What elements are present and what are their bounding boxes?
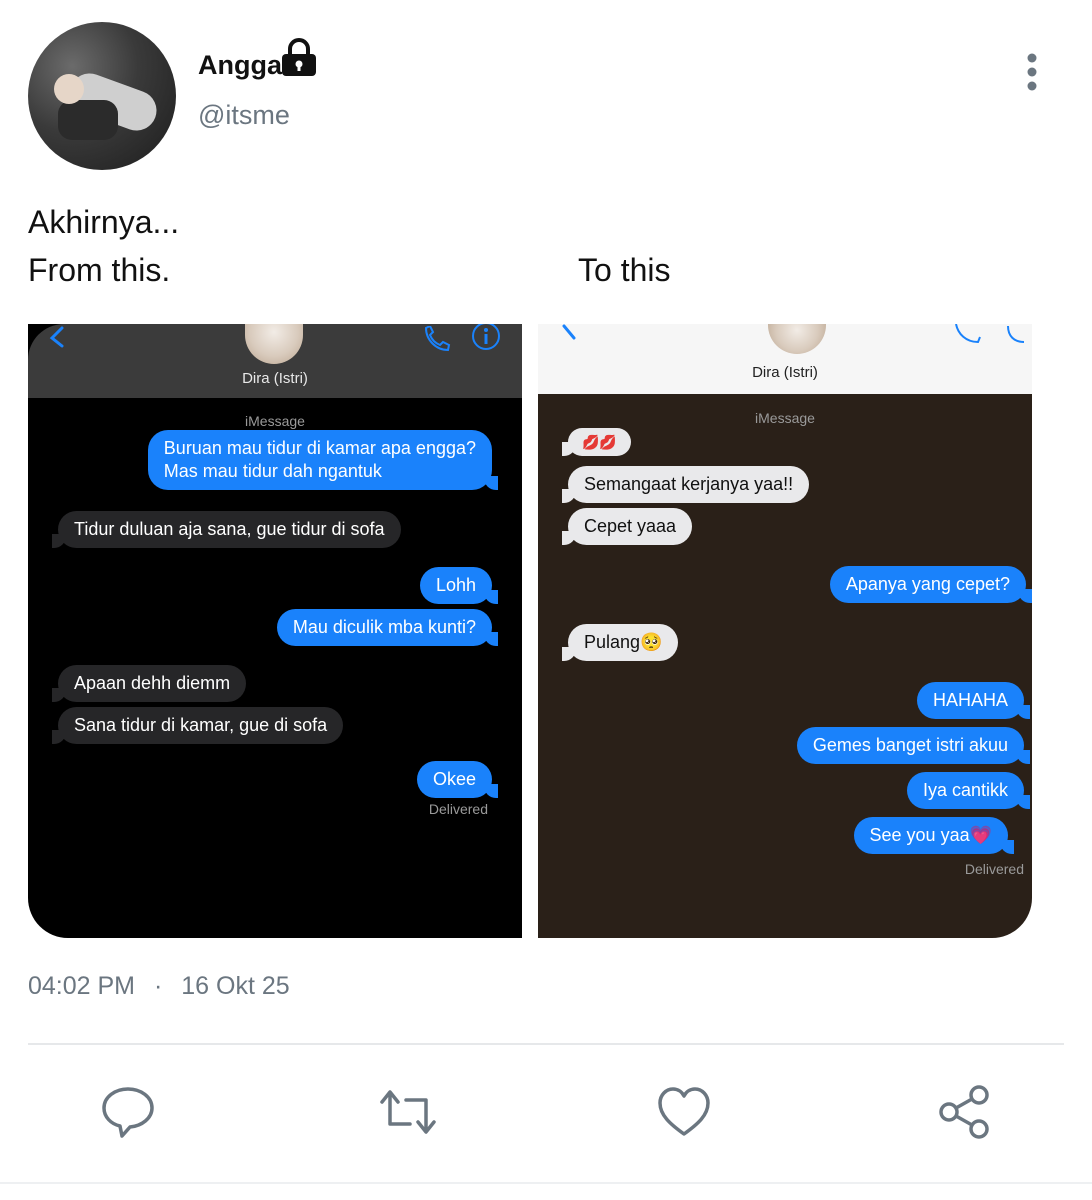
contact-avatar (245, 324, 303, 364)
message-bubble-sent: Lohh (419, 567, 499, 604)
attached-image-left[interactable]: Dira (Istri) iMessage Buruan mau tidur d… (28, 324, 522, 938)
message-line: Buruan mau tidur di kamar apa engga? (163, 438, 476, 458)
chat-header: Dira (Istri) (28, 324, 522, 398)
service-label: iMessage (245, 413, 305, 429)
phone-icon (424, 326, 451, 352)
phone-icon (955, 324, 981, 344)
contact-name: Dira (Istri) (242, 370, 308, 387)
message-line: Mas mau tidur dah ngantuk (163, 461, 382, 481)
message-bubble-sent: Mau diculik mba kunti? (276, 609, 499, 646)
message-bubble-received: Cepet yaaa (561, 508, 693, 545)
message-bubble-sent: Iya cantikk (906, 772, 1031, 809)
message-bubble-sent: Okee (416, 761, 499, 798)
message-bubble-sent: Buruan mau tidur di kamar apa engga? Mas… (147, 430, 499, 490)
share-icon[interactable] (936, 1084, 992, 1140)
user-name[interactable]: Angga (198, 50, 282, 81)
message-bubble-sent: See you yaa💗 (853, 817, 1015, 854)
like-icon[interactable] (656, 1084, 712, 1140)
timestamp-separator: · (153, 972, 163, 1000)
more-options-icon[interactable] (1018, 52, 1046, 92)
avatar-photo-detail (58, 100, 118, 140)
divider (28, 1043, 1064, 1045)
facetime-icon (1007, 325, 1025, 343)
tweet-text-line: Akhirnya... (28, 204, 180, 240)
message-bubble-sent: HAHAHA (916, 682, 1031, 719)
timestamp-time: 04:02 PM (28, 972, 136, 1000)
delivery-status: Delivered (428, 801, 488, 817)
service-label: iMessage (755, 410, 815, 426)
message-bubble-sent: Gemes banget istri akuu (796, 727, 1031, 764)
message-bubble-received: Apaan dehh diemm (51, 665, 247, 702)
timestamp-date: 16 Okt 25 (181, 972, 290, 1000)
lock-icon (282, 38, 316, 76)
message-bubble-received: Tidur duluan aja sana, gue tidur di sofa (52, 511, 401, 548)
contact-name: Dira (Istri) (752, 364, 818, 381)
info-icon (472, 324, 500, 350)
retweet-icon[interactable] (376, 1084, 440, 1140)
tweet-text-line: To this (578, 252, 671, 288)
message-bubble-sent: Apanya yang cepet? (829, 566, 1032, 603)
attached-image-right[interactable]: Dira (Istri) iMessage 💋💋 Semangaat kerja… (538, 324, 1032, 938)
back-chevron-icon (49, 326, 64, 348)
delivery-status: Delivered (964, 861, 1024, 877)
tweet-timestamp[interactable]: 04:02 PM · 16 Okt 25 (28, 972, 290, 1001)
avatar[interactable] (28, 22, 176, 170)
back-chevron-icon (562, 324, 576, 340)
avatar-photo-detail (54, 74, 84, 104)
divider (0, 1182, 1092, 1184)
message-bubble-received: Semangaat kerjanya yaa!! (561, 466, 810, 503)
contact-avatar (768, 324, 826, 354)
tweet-text-line: From this. (28, 252, 171, 288)
chat-header: Dira (Istri) (538, 324, 1032, 394)
message-bubble-received: Pulang🥺 (561, 624, 679, 661)
message-bubble-received: Sana tidur di kamar, gue di sofa (51, 707, 344, 744)
user-handle[interactable]: @itsme (198, 100, 290, 131)
reply-icon[interactable] (100, 1084, 156, 1140)
message-bubble-received: 💋💋 (562, 428, 631, 456)
